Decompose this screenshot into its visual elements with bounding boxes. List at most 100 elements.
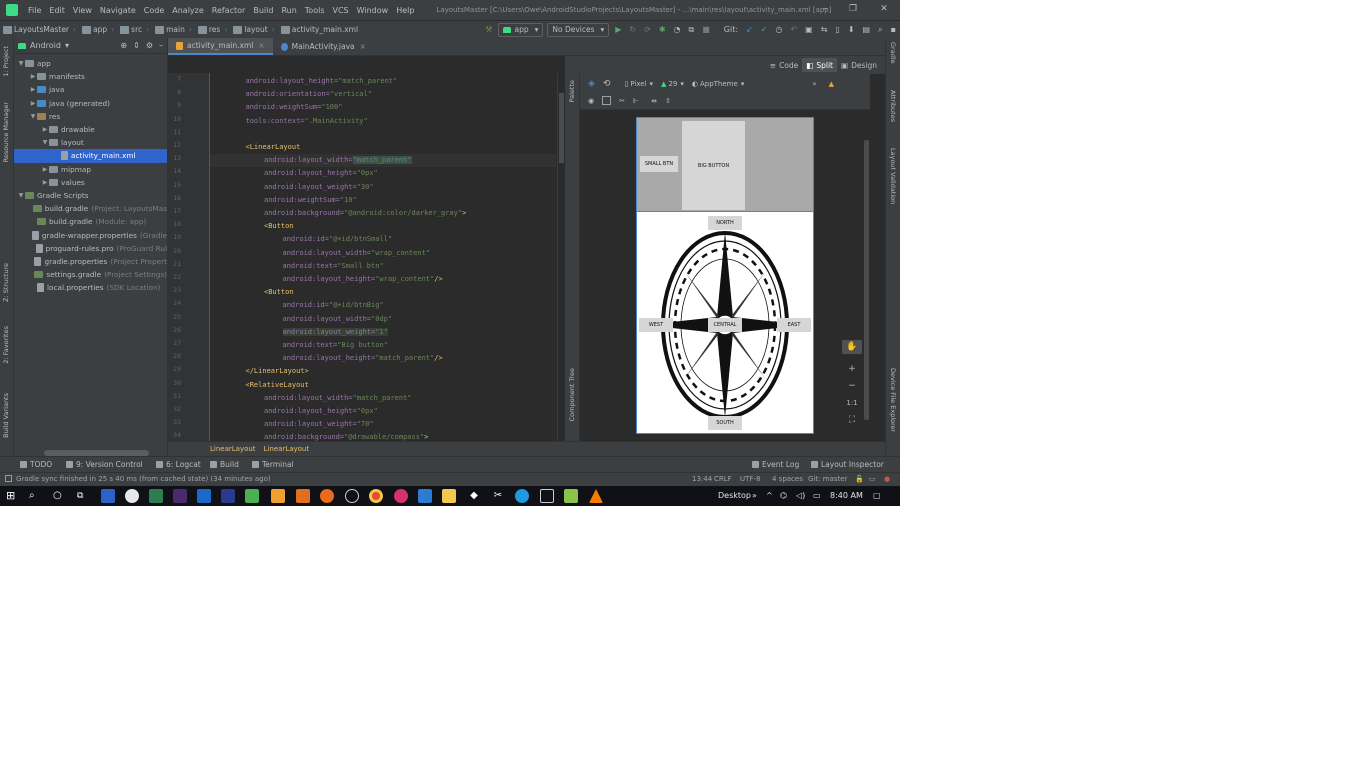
tree-item[interactable]: ▶ drawable — [14, 123, 167, 136]
app-icon[interactable]: ✂ — [491, 489, 505, 503]
device-select[interactable]: ▯ Pixel ▾ — [620, 80, 657, 88]
run-config-select[interactable]: app ▾ — [498, 22, 544, 37]
nav-breadcrumb-item[interactable]: LayoutsMaster › — [0, 25, 79, 34]
infer-constraints-icon[interactable]: ⊩ — [629, 97, 643, 105]
code-line[interactable]: android:layout_width="0dp" — [210, 313, 556, 326]
apply-changes-icon[interactable]: ↻ — [625, 23, 640, 37]
firefox-icon[interactable] — [320, 489, 334, 503]
task-view-icon[interactable]: ⧉ — [77, 489, 91, 503]
app-icon[interactable] — [197, 489, 211, 503]
file-encoding[interactable]: UTF-8 — [740, 475, 760, 483]
overflow-icon[interactable]: » — [808, 80, 820, 88]
preview-small-button[interactable]: SMALL BTN — [640, 156, 678, 172]
search-icon[interactable]: ⌕ — [874, 23, 886, 37]
locate-icon[interactable]: ⊕ — [120, 41, 127, 50]
close-icon[interactable]: × — [258, 41, 264, 50]
vlc-icon[interactable] — [589, 489, 603, 503]
code-line[interactable]: android:layout_height="match_parent"/> — [210, 352, 556, 365]
component-tree-tab[interactable]: Component Tree — [568, 368, 576, 421]
preview-east-button[interactable]: EAST — [777, 318, 811, 332]
terminal-app-icon[interactable] — [540, 489, 554, 503]
layers-icon[interactable]: ◈ — [584, 79, 599, 89]
code-line[interactable]: </LinearLayout> — [210, 365, 556, 378]
app-icon[interactable] — [245, 489, 259, 503]
event-log-tool-tab[interactable]: Event Log — [752, 460, 799, 469]
status-message[interactable]: Gradle sync finished in 25 s 40 ms (from… — [5, 475, 271, 483]
todo-tool-tab[interactable]: TODO — [20, 460, 52, 469]
windows-start-icon[interactable]: ⊞ — [6, 489, 20, 503]
gradle-tool-tab[interactable]: Gradle — [889, 42, 897, 64]
nav-breadcrumb-item[interactable]: app › — [79, 25, 117, 34]
tree-item[interactable]: settings.gradle (Project Settings) — [14, 268, 167, 281]
expand-arrow-icon[interactable]: ▼ — [17, 192, 25, 199]
sdk-manager-icon[interactable]: ⬇ — [844, 23, 859, 37]
app-icon[interactable] — [125, 489, 139, 503]
code-line[interactable]: <Button — [210, 220, 556, 233]
gear-icon[interactable]: ⚙ — [146, 41, 153, 50]
tree-item[interactable]: gradle.properties (Project Propert — [14, 255, 167, 268]
theme-select[interactable]: ◐ AppTheme ▾ — [688, 80, 748, 88]
chrome-icon[interactable] — [369, 489, 383, 503]
code-line[interactable]: android:background="@drawable/compass"> — [210, 431, 556, 441]
code-line[interactable]: android:layout_height="match_parent" — [210, 75, 556, 88]
git-branch[interactable]: Git: master — [808, 475, 847, 483]
code-line[interactable]: tools:context=".MainActivity" — [210, 115, 556, 128]
code-line[interactable]: android:weightSum="100" — [210, 101, 556, 114]
desktop-toolbar-chevron-icon[interactable]: » — [752, 491, 757, 500]
menu-item-view[interactable]: View — [69, 6, 96, 15]
project-structure-icon[interactable]: ▣ — [801, 23, 817, 37]
project-tool-tab[interactable]: 1: Project — [2, 46, 10, 77]
menu-item-analyze[interactable]: Analyze — [168, 6, 208, 15]
design-scrollbar[interactable] — [864, 140, 869, 420]
align-icon[interactable]: ⇳ — [661, 97, 675, 105]
expand-arrow-icon[interactable]: ▼ — [17, 60, 25, 67]
file-explorer-icon[interactable] — [442, 489, 456, 503]
editor-scrollbar[interactable] — [557, 73, 565, 441]
autoconnect-icon[interactable] — [598, 96, 615, 105]
collapse-arrow-icon[interactable]: ▶ — [41, 179, 49, 186]
breadcrumb-item[interactable]: LinearLayout — [210, 445, 256, 453]
network-icon[interactable]: ⌬ — [780, 491, 787, 500]
resource-manager-tool-tab[interactable]: Resource Manager — [2, 102, 10, 162]
tree-item[interactable]: ▶ java — [14, 83, 167, 96]
rollback-icon[interactable]: ↶ — [786, 23, 801, 37]
avd-manager-icon[interactable]: ▯ — [831, 23, 843, 37]
clock-app-icon[interactable] — [345, 489, 359, 503]
orientation-icon[interactable]: ⟲ — [599, 79, 615, 89]
unity-icon[interactable]: ◆ — [467, 489, 481, 503]
menu-item-edit[interactable]: Edit — [45, 6, 69, 15]
zoom-to-fit-icon[interactable]: ⛶ — [842, 413, 862, 427]
layout-validation-tool-tab[interactable]: Layout Validation — [889, 148, 897, 204]
layout-inspector-tool-tab[interactable]: Layout Inspector — [811, 460, 884, 469]
code-line[interactable]: android:layout_height="0px" — [210, 167, 556, 180]
clear-constraints-icon[interactable]: ✂ — [615, 97, 629, 105]
clock-time[interactable]: 8:40 AM — [830, 491, 863, 500]
chevron-up-icon[interactable]: ^ — [766, 491, 773, 500]
tree-item[interactable]: build.gradle (Project: LayoutsMas — [14, 202, 167, 215]
preview-central-button[interactable]: CENTRAL — [708, 318, 742, 332]
preview-north-button[interactable]: NORTH — [708, 216, 742, 230]
debug-icon[interactable]: ✱ — [655, 23, 670, 37]
split-view-button[interactable]: ◧ Split — [802, 58, 837, 72]
code-line[interactable]: android:text="Big button" — [210, 339, 556, 352]
design-view-button[interactable]: ▣ Design — [837, 58, 881, 72]
vscode-icon[interactable] — [418, 489, 432, 503]
expand-arrow-icon[interactable]: ▼ — [41, 139, 49, 146]
collapse-arrow-icon[interactable]: ▶ — [29, 100, 37, 107]
memory-icon[interactable]: ▭ — [869, 475, 876, 483]
code-line[interactable]: android:orientation="vertical" — [210, 88, 556, 101]
line-separator[interactable]: CRLF — [714, 475, 732, 483]
code-view-button[interactable]: ≡ Code — [766, 58, 803, 72]
pan-hand-icon[interactable]: ✋ — [842, 340, 862, 354]
editor-tab[interactable]: MainActivity.java × — [273, 38, 374, 55]
preview-south-button[interactable]: SOUTH — [708, 416, 742, 430]
code-line[interactable]: <RelativeLayout — [210, 379, 556, 392]
xml-code-editor[interactable]: android:layout_height="match_parent" andr… — [210, 73, 556, 441]
android-studio-taskbar-icon[interactable] — [271, 489, 285, 503]
close-icon[interactable]: ✕ — [877, 4, 891, 14]
version-control-tool-tab[interactable]: 9: Version Control — [66, 460, 143, 469]
apply-code-changes-icon[interactable]: ⟳ — [640, 23, 655, 37]
menu-item-code[interactable]: Code — [140, 6, 168, 15]
structure-tool-tab[interactable]: Z: Structure — [2, 263, 10, 302]
device-select[interactable]: No Devices ▾ — [547, 22, 610, 37]
